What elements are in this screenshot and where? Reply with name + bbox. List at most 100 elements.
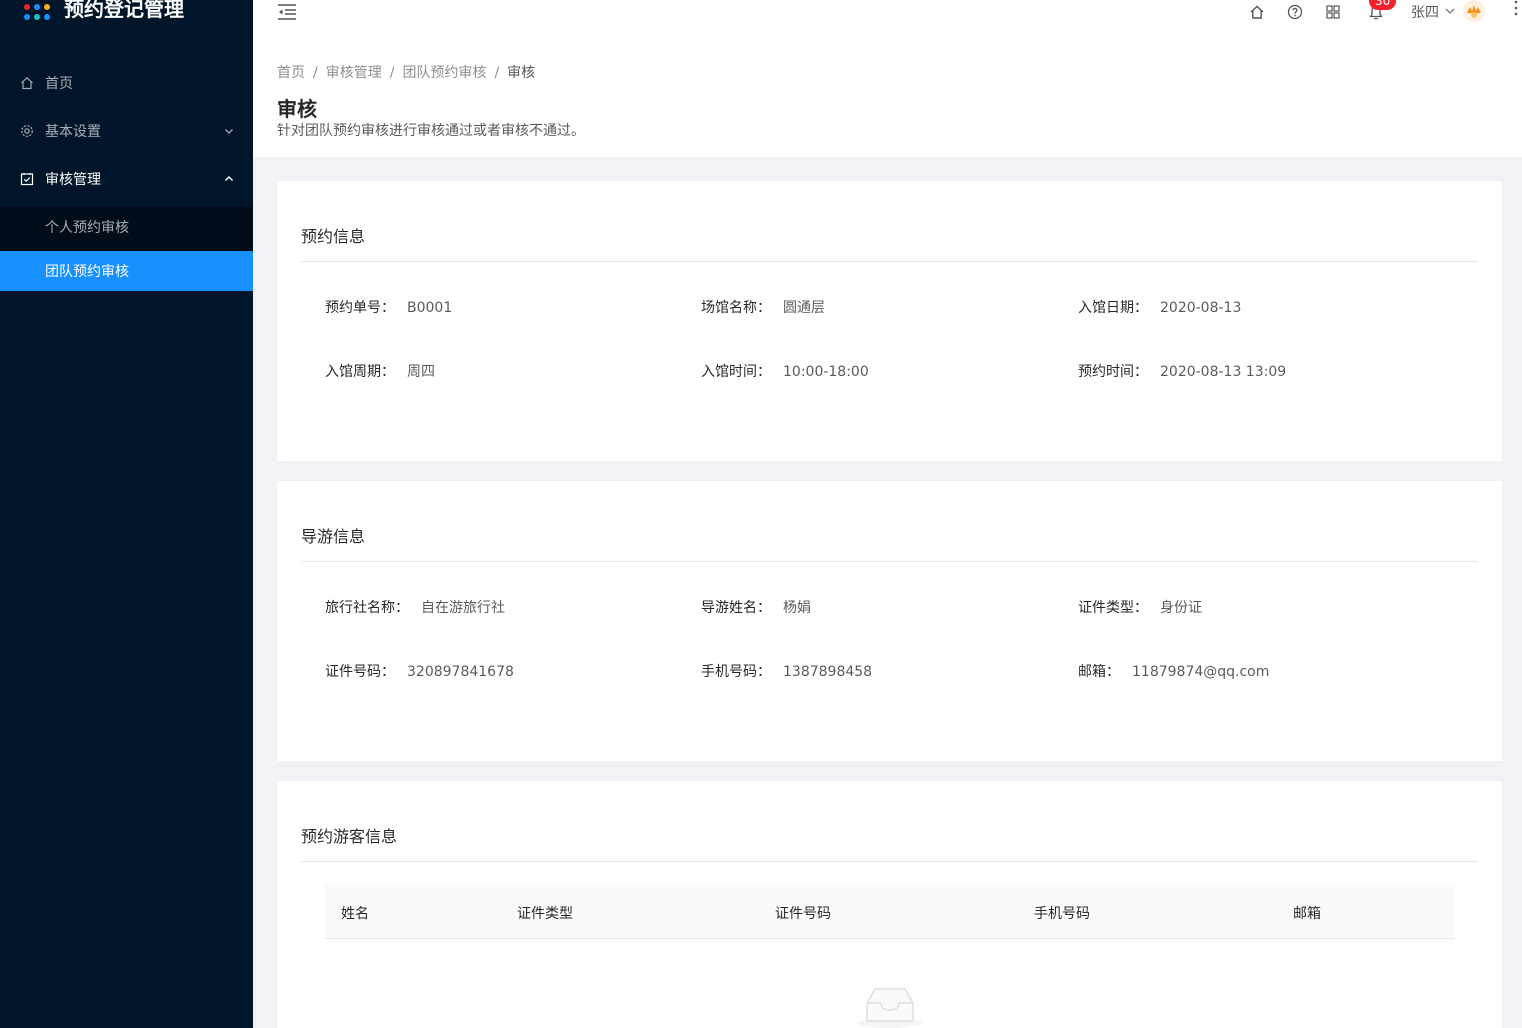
guide-info-card: 导游信息 旅行社名称： 自在游旅行社 导游姓名： 杨娟 证件类型： 身份证 证件号码：… <box>277 481 1502 761</box>
visitor-info-card: 预约游客信息 姓名 证件类型 证件号码 手机号码 邮箱 <box>277 781 1502 1028</box>
home-icon <box>20 76 34 90</box>
card-title: 预约信息 <box>301 227 366 246</box>
home-icon[interactable] <box>1249 4 1265 20</box>
breadcrumb-item-home[interactable]: 首页 <box>277 65 305 81</box>
description-item: 场馆名称： 圆通层 <box>701 297 825 317</box>
description-item: 入馆时间： 10:00-18:00 <box>701 361 869 381</box>
sidebar-item-team-audit[interactable]: 团队预约审核 <box>0 251 253 291</box>
description-item: 导游姓名： 杨娟 <box>701 597 811 617</box>
description-item: 证件号码： 320897841678 <box>325 661 514 681</box>
column-header-email: 邮箱 <box>1293 906 1321 922</box>
field-value: 杨娟 <box>783 600 811 616</box>
description-item: 入馆日期： 2020-08-13 <box>1078 297 1241 317</box>
field-value: 10:00-18:00 <box>783 364 869 380</box>
column-header-phone: 手机号码 <box>1034 906 1090 922</box>
help-icon[interactable] <box>1287 4 1303 20</box>
setting-icon <box>20 124 34 138</box>
menu-fold-icon[interactable] <box>277 3 297 21</box>
reservation-info-card: 预约信息 预约单号： B0001 场馆名称： 圆通层 入馆日期： 2020-08-13… <box>277 181 1502 461</box>
logo-dot <box>44 14 50 20</box>
empty-inbox-icon <box>858 988 922 1028</box>
logo-dot <box>34 4 40 10</box>
description-item: 证件类型： 身份证 <box>1078 597 1202 617</box>
description-row: 旅行社名称： 自在游旅行社 导游姓名： 杨娟 证件类型： 身份证 <box>277 597 1502 619</box>
apps-icon[interactable] <box>1325 4 1341 20</box>
field-label: 导游姓名： <box>701 600 771 616</box>
breadcrumb: 首页 / 审核管理 / 团队预约审核 / 审核 <box>277 62 1498 81</box>
field-label: 预约单号： <box>325 300 395 316</box>
sidebar-item-home[interactable]: 首页 <box>0 59 253 107</box>
sidebar-item-label: 基本设置 <box>45 124 101 140</box>
breadcrumb-separator: / <box>313 65 318 81</box>
logo[interactable]: 预约登记管理 <box>0 0 253 26</box>
field-value: B0001 <box>407 300 453 316</box>
description-row: 预约单号： B0001 场馆名称： 圆通层 入馆日期： 2020-08-13 <box>277 297 1502 319</box>
field-value: 自在游旅行社 <box>421 600 505 616</box>
breadcrumb-item-audit[interactable]: 审核管理 <box>326 65 382 81</box>
field-label: 场馆名称： <box>701 300 771 316</box>
field-value: 周四 <box>407 364 435 380</box>
more-vertical-icon[interactable] <box>1514 0 1518 16</box>
field-label: 预约时间： <box>1078 364 1148 380</box>
field-label: 旅行社名称： <box>325 600 409 616</box>
card-header <box>301 781 1478 862</box>
description-item: 预约单号： B0001 <box>325 297 452 317</box>
visitor-table: 姓名 证件类型 证件号码 手机号码 邮箱 <box>325 885 1455 939</box>
audit-icon <box>20 172 34 186</box>
field-value: 320897841678 <box>407 664 514 680</box>
field-value: 2020-08-13 13:09 <box>1160 364 1287 380</box>
breadcrumb-item-team-audit[interactable]: 团队预约审核 <box>402 65 486 81</box>
breadcrumb-separator: / <box>389 65 395 81</box>
sidebar: 预约登记管理 首页 基本设置 审核管理 个人预约审核 团队预约审核 <box>0 0 253 1028</box>
logo-dot <box>24 14 30 20</box>
column-header-id-type: 证件类型 <box>517 906 573 922</box>
logo-dot <box>34 14 40 20</box>
field-label: 入馆周期： <box>325 364 395 380</box>
column-header-id-number: 证件号码 <box>775 906 831 922</box>
field-value: 身份证 <box>1160 600 1202 616</box>
page-title: 审核 <box>277 97 317 121</box>
field-label: 证件类型： <box>1078 600 1148 616</box>
chevron-up-icon <box>224 175 234 182</box>
audit-submenu: 个人预约审核 团队预约审核 <box>0 207 253 291</box>
description-item: 预约时间： 2020-08-13 13:09 <box>1078 361 1286 381</box>
column-header-name: 姓名 <box>341 906 369 922</box>
card-header <box>301 181 1478 262</box>
breadcrumb-separator: / <box>494 65 500 81</box>
description-item: 手机号码： 1387898458 <box>701 661 872 681</box>
sidebar-item-personal-audit[interactable]: 个人预约审核 <box>0 207 253 247</box>
logo-dot <box>44 4 50 10</box>
field-label: 入馆时间： <box>701 364 771 380</box>
sidebar-item-label: 审核管理 <box>45 172 101 188</box>
table-header: 姓名 证件类型 证件号码 手机号码 邮箱 <box>325 885 1455 939</box>
field-label: 邮箱： <box>1078 664 1120 680</box>
field-label: 入馆日期： <box>1078 300 1148 316</box>
field-value: 圆通层 <box>783 300 825 316</box>
logo-dot <box>24 4 30 10</box>
description-row: 证件号码： 320897841678 手机号码： 1387898458 邮箱： 118… <box>277 661 1502 683</box>
card-title: 预约游客信息 <box>301 827 398 846</box>
field-value: 11879874@qq.com <box>1132 664 1270 680</box>
description-item: 入馆周期： 周四 <box>325 361 435 381</box>
description-item: 邮箱： 11879874@qq.com <box>1078 661 1269 681</box>
app-title: 预约登记管理 <box>64 0 184 21</box>
description-row: 入馆周期： 周四 入馆时间： 10:00-18:00 预约时间： 2020-08-13… <box>277 361 1502 383</box>
page-description: 针对团队预约审核进行审核通过或者审核不通过。 <box>277 123 585 139</box>
chevron-down-icon[interactable] <box>1445 7 1455 15</box>
field-value: 2020-08-13 <box>1160 300 1242 316</box>
card-header <box>301 481 1478 562</box>
card-title: 导游信息 <box>301 527 366 546</box>
sidebar-item-label: 首页 <box>45 76 73 92</box>
breadcrumb-item-current: 审核 <box>507 65 536 81</box>
field-label: 证件号码： <box>325 664 395 680</box>
description-item: 旅行社名称： 自在游旅行社 <box>325 597 505 617</box>
notification-badge: 30 <box>1369 0 1397 10</box>
page-header: 首页 / 审核管理 / 团队预约审核 / 审核 审核 针对团队预约审核进行审核通过或者审核不… <box>253 44 1522 157</box>
user-name[interactable]: 张四 <box>1411 2 1439 22</box>
side-menu: 首页 基本设置 审核管理 个人预约审核 团队预约审核 <box>0 59 253 291</box>
sidebar-item-settings[interactable]: 基本设置 <box>0 107 253 155</box>
avatar[interactable] <box>1463 0 1485 22</box>
chevron-down-icon <box>225 129 233 134</box>
field-label: 手机号码： <box>701 664 771 680</box>
sidebar-item-audit[interactable]: 审核管理 <box>0 155 253 203</box>
